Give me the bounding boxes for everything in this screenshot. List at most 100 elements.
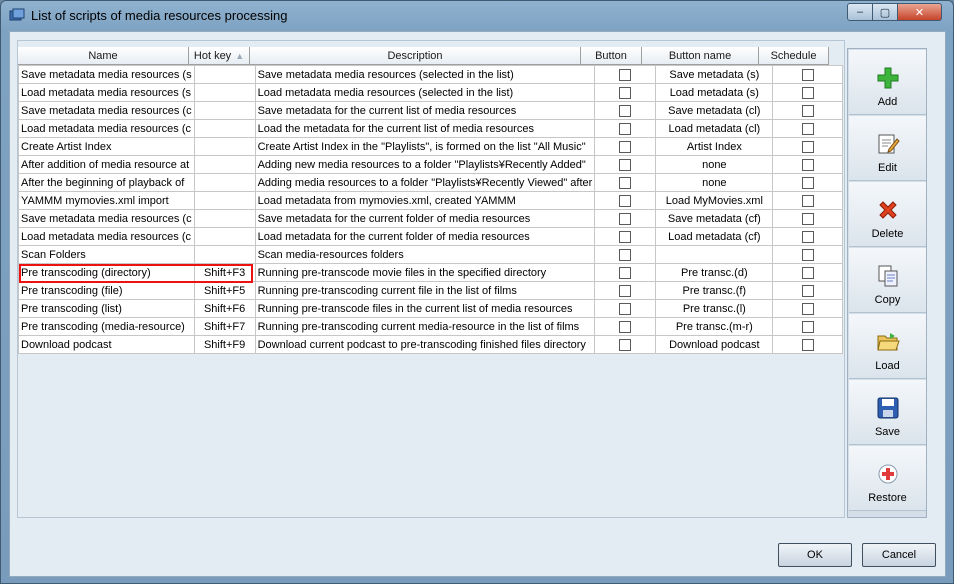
table-row[interactable]: Load metadata media resources (c Load met… [18,227,844,246]
cell-hotkey [193,137,256,156]
edit-button[interactable]: Edit [849,116,926,181]
button-checkbox[interactable] [619,248,632,261]
cell-name: Pre transcoding (media-resource) [18,317,195,336]
button-checkbox[interactable] [619,194,632,207]
cell-button-name: Load metadata (s) [655,83,774,102]
button-checkbox[interactable] [619,302,632,315]
schedule-checkbox[interactable] [801,320,814,333]
col-header-hotkey[interactable]: Hot key ▲ [189,47,250,65]
schedule-checkbox[interactable] [801,284,814,297]
add-button[interactable]: Add [849,50,926,115]
button-checkbox[interactable] [619,338,632,351]
table-row[interactable]: Save metadata media resources (c Save met… [18,209,844,228]
schedule-checkbox[interactable] [801,140,814,153]
schedule-checkbox[interactable] [801,158,814,171]
button-checkbox[interactable] [619,158,632,171]
col-header-label: Name [88,49,118,62]
copy-icon [876,264,900,288]
cell-button [594,227,657,246]
delete-label: Delete [871,228,904,240]
cell-description: Scan media-resources folders [254,245,596,264]
table-row[interactable]: After addition of media resource at Addin… [18,155,844,174]
edit-icon [876,132,900,156]
cell-button-name: Download podcast [655,335,774,354]
col-header-schedule[interactable]: Schedule [759,47,829,65]
cancel-button[interactable]: Cancel [862,543,936,567]
save-button[interactable]: Save [849,380,926,445]
cell-description: Save metadata for the current folder of … [254,209,596,228]
schedule-checkbox[interactable] [801,122,814,135]
col-header-button-name[interactable]: Button name [642,47,759,65]
schedule-checkbox[interactable] [801,104,814,117]
cell-description: Load metadata media resources (selected … [254,83,596,102]
cell-schedule [772,119,844,138]
cell-button [594,209,657,228]
table-row[interactable]: Create Artist Index Create Artist Index i… [18,137,844,156]
schedule-checkbox[interactable] [801,230,814,243]
cell-schedule [772,83,844,102]
cell-hotkey [193,119,256,138]
table-row[interactable]: Pre transcoding (media-resource) Shift+F7… [18,317,844,336]
cell-name: Save metadata media resources (s [18,65,195,84]
cell-description: Running pre-transcoding current file in … [254,281,596,300]
schedule-checkbox[interactable] [801,68,814,81]
table-row[interactable]: Scan Folders Scan media-resources folders [18,245,844,264]
table-row[interactable]: After the beginning of playback of Adding… [18,173,844,192]
col-header-description[interactable]: Description [250,47,581,65]
minimize-button[interactable]: ‒ [847,3,873,21]
button-checkbox[interactable] [619,284,632,297]
schedule-checkbox[interactable] [801,176,814,189]
col-header-name[interactable]: Name [18,47,189,65]
table-row[interactable]: Download podcast Shift+F9 Download current… [18,335,844,354]
ok-button[interactable]: OK [778,543,852,567]
col-header-button[interactable]: Button [581,47,642,65]
cell-button [594,263,657,282]
table-row[interactable]: Pre transcoding (list) Shift+F6 Running pr… [18,299,844,318]
copy-button[interactable]: Copy [849,248,926,313]
title-bar[interactable]: List of scripts of media resources proce… [1,1,953,31]
cell-hotkey: Shift+F3 [193,263,256,282]
button-checkbox[interactable] [619,320,632,333]
button-checkbox[interactable] [619,104,632,117]
button-checkbox[interactable] [619,140,632,153]
table-row[interactable]: Save metadata media resources (s Save met… [18,65,844,84]
cell-hotkey [193,83,256,102]
table-row[interactable]: Load metadata media resources (s Load met… [18,83,844,102]
schedule-checkbox[interactable] [801,302,814,315]
table-row[interactable]: Save metadata media resources (c Save met… [18,101,844,120]
cell-description: Load metadata for the current folder of … [254,227,596,246]
delete-button[interactable]: Delete [849,182,926,247]
cell-button [594,245,657,264]
schedule-checkbox[interactable] [801,266,814,279]
cell-name: Save metadata media resources (c [18,209,195,228]
button-checkbox[interactable] [619,68,632,81]
schedule-checkbox[interactable] [801,194,814,207]
cell-button [594,191,657,210]
close-button[interactable]: ✕ [897,3,942,21]
schedule-checkbox[interactable] [801,338,814,351]
button-checkbox[interactable] [619,266,632,279]
plus-icon [876,66,900,90]
save-label: Save [874,426,901,438]
schedule-checkbox[interactable] [801,248,814,261]
load-button[interactable]: Load [849,314,926,379]
cell-name: YAMMM mymovies.xml import [18,191,195,210]
col-header-label: Description [387,49,443,62]
cell-button-name: Load metadata (cf) [655,227,774,246]
table-row[interactable]: Load metadata media resources (c Load the… [18,119,844,138]
restore-button[interactable]: Restore [849,446,926,511]
button-checkbox[interactable] [619,212,632,225]
table-row[interactable]: Pre transcoding (file) Shift+F5 Running pr… [18,281,844,300]
button-checkbox[interactable] [619,230,632,243]
button-checkbox[interactable] [619,176,632,189]
sort-asc-icon: ▲ [235,50,245,61]
button-checkbox[interactable] [619,86,632,99]
schedule-checkbox[interactable] [801,212,814,225]
button-checkbox[interactable] [619,122,632,135]
cell-button-name: Load metadata (cl) [655,119,774,138]
maximize-button[interactable]: ▢ [872,3,898,21]
table-row[interactable]: YAMMM mymovies.xml import Load metadata f… [18,191,844,210]
floppy-icon [876,396,900,420]
table-row[interactable]: Pre transcoding (directory) Shift+F3 Runni… [18,263,844,282]
schedule-checkbox[interactable] [801,86,814,99]
